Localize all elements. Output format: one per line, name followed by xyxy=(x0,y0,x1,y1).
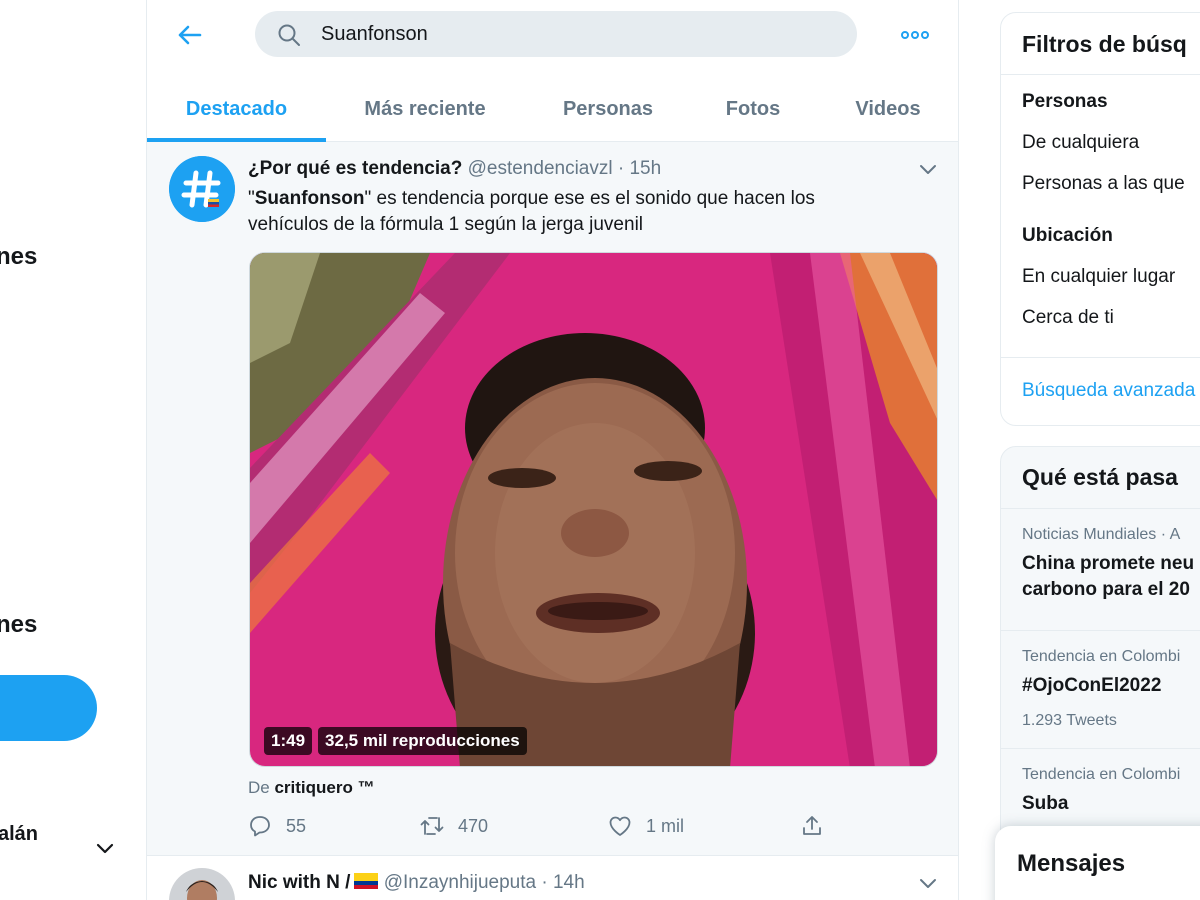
trend-title: China promete neu xyxy=(1022,553,1195,574)
tweet-time[interactable]: · 15h xyxy=(618,158,661,179)
author-handle[interactable]: @Inzaynhijueputa xyxy=(384,872,536,893)
divider xyxy=(1001,74,1200,75)
trend-context: Tendencia en Colombi xyxy=(1022,648,1181,665)
chevron-down-icon[interactable] xyxy=(917,872,939,894)
reply-count: 55 xyxy=(286,815,307,836)
trend-item[interactable]: Noticias Mundiales · A China promete neu… xyxy=(1001,508,1200,630)
tweet-button[interactable] xyxy=(0,675,97,741)
trend-context: Noticias Mundiales · A xyxy=(1022,526,1181,543)
author-name[interactable]: Nic with N / xyxy=(248,872,350,893)
like-count: 1 mil xyxy=(646,815,685,836)
trend-title: Suba xyxy=(1022,793,1069,814)
messages-drawer[interactable]: Mensajes xyxy=(995,826,1200,900)
share-icon xyxy=(803,816,821,835)
trend-context: Tendencia en Colombi xyxy=(1022,766,1181,783)
search-input[interactable] xyxy=(321,11,821,57)
filter-option-people-you-follow[interactable]: Personas a las que xyxy=(1022,173,1185,195)
retweet-count: 470 xyxy=(458,815,489,836)
divider xyxy=(1001,357,1200,358)
filter-people-heading: Personas xyxy=(1022,91,1108,112)
search-tabs: Destacado Más reciente Personas Fotos Vi… xyxy=(147,76,958,142)
video-thumbnail xyxy=(250,253,937,766)
hashtag-icon[interactable] xyxy=(169,156,235,222)
like-button[interactable]: 1 mil xyxy=(608,814,684,838)
tweet-header: ¿Por qué es tendencia? @estendenciavzl ·… xyxy=(248,158,661,180)
reply-icon xyxy=(250,816,270,837)
tab-fotos[interactable]: Fotos xyxy=(698,76,808,142)
author-handle[interactable]: @estendenciavzl xyxy=(468,158,613,179)
more-options-icon[interactable] xyxy=(899,22,931,48)
search-filters-card: Filtros de búsq Personas De cualquiera P… xyxy=(1000,12,1200,426)
video-info-badge: 1:49 32,5 mil reproducciones xyxy=(264,727,527,755)
share-button[interactable] xyxy=(800,814,824,838)
advanced-search-link[interactable]: Búsqueda avanzada xyxy=(1022,380,1195,402)
author-name[interactable]: ¿Por qué es tendencia? xyxy=(248,158,462,179)
tweet-actions: 55 470 1 mil xyxy=(248,814,828,844)
back-arrow-icon[interactable] xyxy=(173,19,205,51)
search-header xyxy=(147,0,958,70)
filters-title: Filtros de búsq xyxy=(1022,31,1187,57)
filter-location-heading: Ubicación xyxy=(1022,225,1113,246)
search-box[interactable] xyxy=(255,11,857,57)
filter-option-anyone[interactable]: De cualquiera xyxy=(1022,132,1139,154)
tab-personas[interactable]: Personas xyxy=(538,76,678,142)
trend-title: #OjoConEl2022 xyxy=(1022,675,1162,696)
tweet-text: "Suanfonson" es tendencia porque ese es … xyxy=(248,188,815,235)
tweet-text-keyword[interactable]: Suanfonson xyxy=(255,188,365,209)
tweet[interactable]: ¿Por qué es tendencia? @estendenciavzl ·… xyxy=(147,142,958,856)
nav-item-notifications[interactable]: nes xyxy=(0,243,37,271)
colombia-flag-icon xyxy=(354,873,379,889)
tab-videos[interactable]: Videos xyxy=(828,76,948,142)
chevron-down-icon[interactable] xyxy=(917,158,939,180)
right-sidebar: Filtros de búsq Personas De cualquiera P… xyxy=(1000,0,1200,900)
retweet-button[interactable]: 470 xyxy=(420,814,488,838)
nav-item-more-options[interactable]: nes xyxy=(0,611,37,639)
tweet[interactable]: Nic with N / @Inzaynhijueputa · 14h xyxy=(147,856,958,900)
heart-icon xyxy=(609,816,631,836)
tweet-header: Nic with N / @Inzaynhijueputa · 14h xyxy=(248,872,585,894)
trend-tweet-count: 1.293 Tweets xyxy=(1022,712,1117,729)
video-player[interactable]: 1:49 32,5 mil reproducciones xyxy=(249,252,938,767)
trends-title: Qué está pasa xyxy=(1022,464,1178,490)
source-account[interactable]: critiquero ™ xyxy=(274,778,374,797)
tweet-time[interactable]: · 14h xyxy=(541,872,584,893)
trend-title: carbono para el 20 xyxy=(1022,579,1190,600)
source-prefix: De xyxy=(248,778,270,797)
filter-option-near-you[interactable]: Cerca de ti xyxy=(1022,307,1114,329)
profile-photo[interactable] xyxy=(169,868,235,900)
trend-item[interactable]: Tendencia en Colombi #OjoConEl2022 1.293… xyxy=(1001,630,1200,748)
reply-button[interactable]: 55 xyxy=(248,814,306,838)
tab-destacado[interactable]: Destacado xyxy=(147,76,326,142)
video-source: De critiquero ™ xyxy=(248,778,375,798)
video-views: 32,5 mil reproducciones xyxy=(318,727,527,755)
retweet-icon xyxy=(420,817,444,835)
main-timeline: Destacado Más reciente Personas Fotos Vi… xyxy=(146,0,959,900)
left-nav: nes nes alán xyxy=(0,0,146,900)
messages-label: Mensajes xyxy=(1017,850,1126,877)
account-name[interactable]: alán xyxy=(0,823,38,846)
tab-mas-reciente[interactable]: Más reciente xyxy=(332,76,518,142)
filter-option-anywhere[interactable]: En cualquier lugar xyxy=(1022,266,1175,288)
chevron-down-icon[interactable] xyxy=(95,838,115,858)
search-icon xyxy=(278,24,300,46)
video-duration: 1:49 xyxy=(264,727,313,755)
